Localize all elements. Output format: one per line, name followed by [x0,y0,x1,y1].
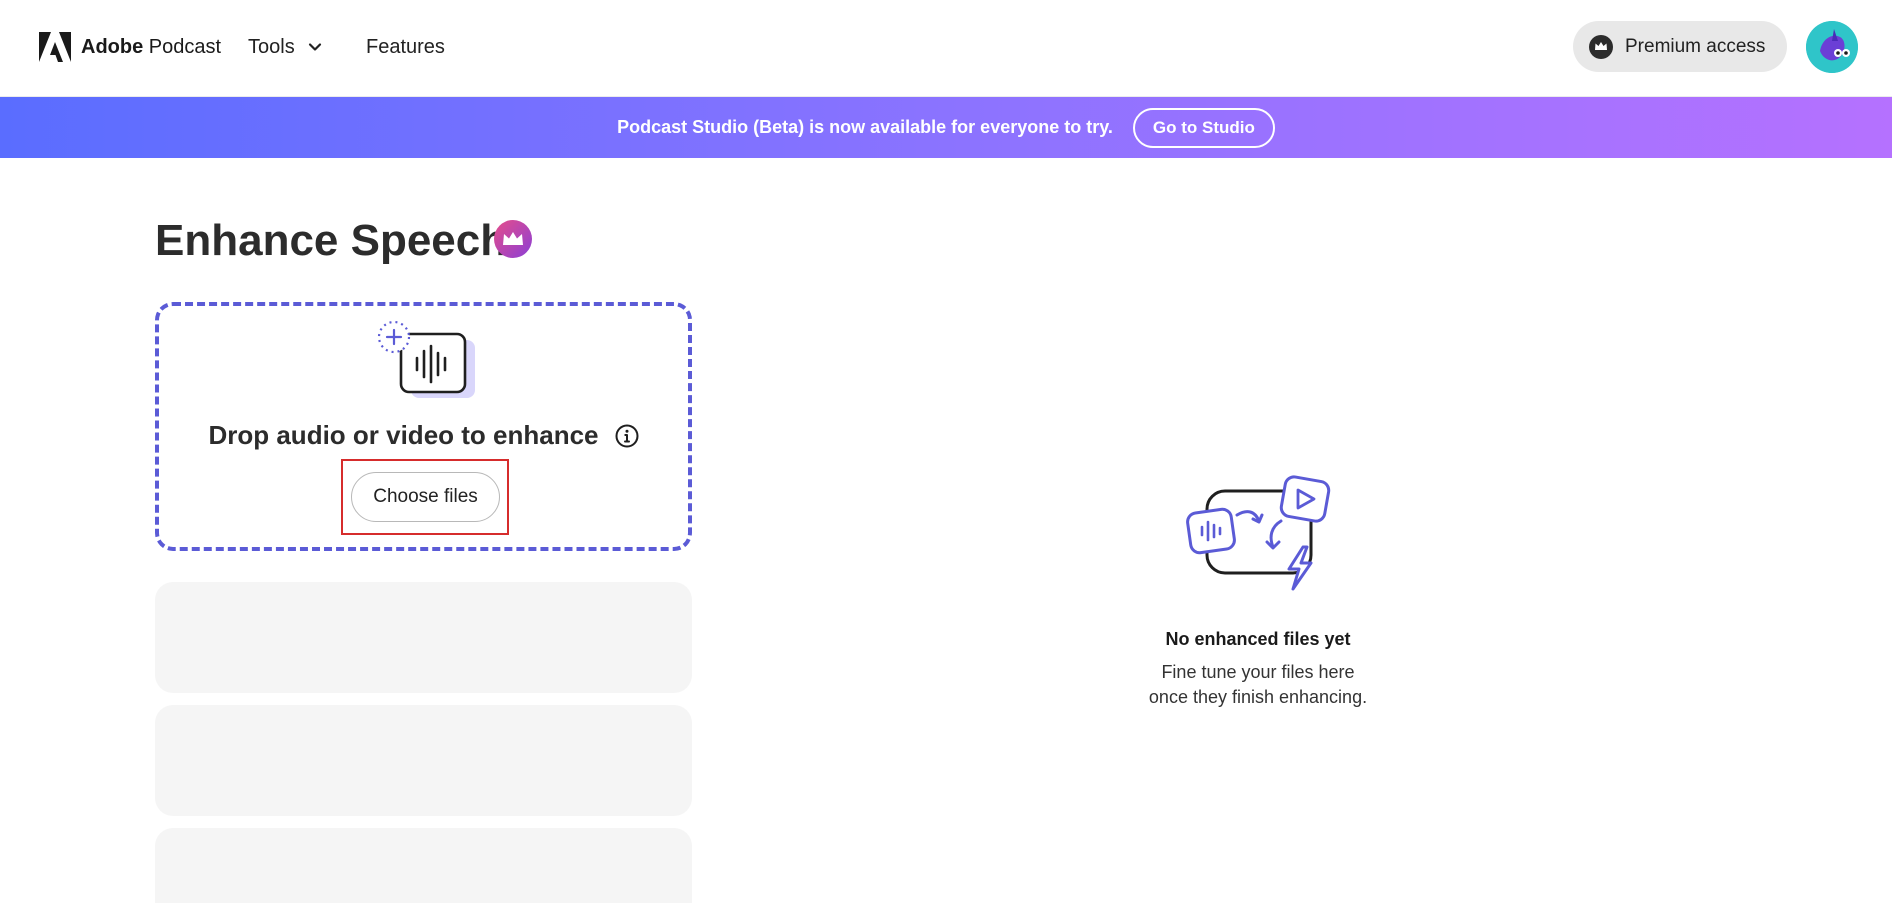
logo-text: Adobe Podcast [81,35,222,58]
loading-placeholder [155,828,692,903]
adobe-podcast-logo[interactable]: Adobe Podcast [39,32,221,62]
info-icon[interactable] [615,424,639,448]
premium-access-label: Premium access [1625,35,1766,57]
enhanced-files-empty-icon [1186,475,1331,591]
announcement-banner: Podcast Studio (Beta) is now available f… [0,97,1892,158]
empty-state-description-line: Fine tune your files here [1161,662,1355,682]
empty-state-title: No enhanced files yet [1165,629,1351,649]
choose-files-button[interactable]: Choose files [351,472,500,522]
go-to-studio-button[interactable]: Go to Studio [1132,107,1275,148]
nav-tools-menu[interactable]: Tools [248,34,323,60]
empty-state-description: Fine tune your files here once they fini… [1058,660,1458,710]
nav-tools-label: Tools [248,35,295,58]
empty-state-description-line: once they finish enhancing. [1148,687,1368,707]
page-title: Enhance Speech [155,216,508,265]
adobe-logo-icon [39,32,71,62]
dropzone-prompt-label: Drop audio or video to enhance [208,420,599,450]
nav-features-link[interactable]: Features [366,34,445,60]
user-avatar[interactable] [1806,21,1858,73]
avatar-illustration-icon [1806,21,1858,73]
top-header: Adobe Podcast Tools Features Premium acc… [0,0,1892,97]
crown-icon [503,232,523,245]
chevron-down-icon [308,43,321,51]
banner-message: Podcast Studio (Beta) is now available f… [617,117,1113,137]
premium-crown-icon [1589,34,1613,59]
premium-badge [494,220,532,258]
loading-placeholder [155,705,692,816]
audio-upload-icon [377,320,475,398]
loading-placeholder [155,582,692,693]
dropzone-prompt: Drop audio or video to enhance [159,420,688,451]
file-dropzone[interactable]: Drop audio or video to enhance Choose fi… [155,302,692,551]
premium-access-button[interactable]: Premium access [1573,21,1787,72]
